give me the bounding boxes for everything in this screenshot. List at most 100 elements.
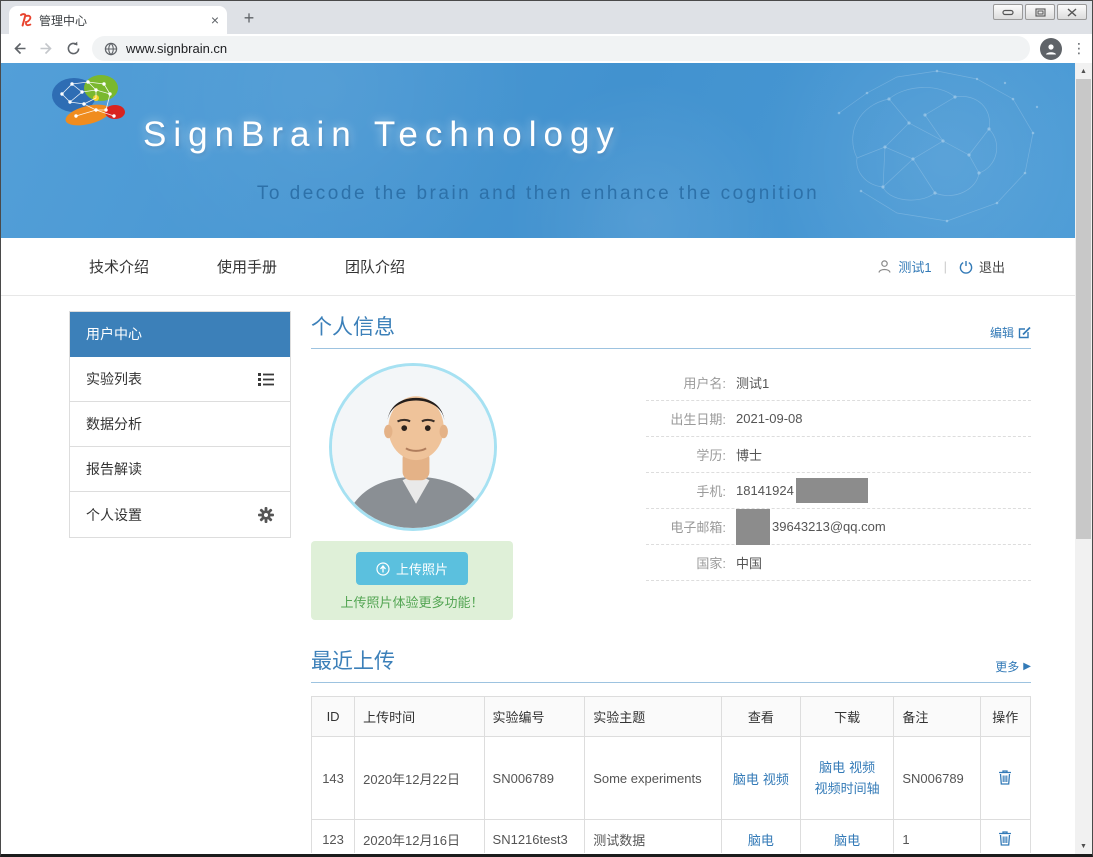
cell-download: 脑电: [800, 820, 893, 854]
page-scrollbar[interactable]: ▲ ▼: [1075, 63, 1092, 854]
sidebar-item-label: 个人设置: [86, 505, 142, 525]
cell-actions: [980, 737, 1030, 820]
field-value: 博士: [736, 445, 762, 464]
cell-date: 2020年12月22日: [355, 737, 484, 820]
browser-tab[interactable]: 管理中心 ×: [9, 6, 227, 34]
power-icon: [959, 260, 973, 274]
scroll-down-icon[interactable]: ▼: [1075, 838, 1092, 854]
col-experiment-topic: 实验主题: [585, 697, 722, 737]
view-eeg-link[interactable]: 脑电: [748, 833, 774, 848]
view-video-link[interactable]: 视频: [763, 772, 789, 787]
field-label: 出生日期:: [646, 409, 726, 428]
browser-toolbar: www.signbrain.cn ⋮: [1, 34, 1092, 63]
col-note: 备注: [894, 697, 980, 737]
view-eeg-link[interactable]: 脑电: [733, 772, 759, 787]
upload-hint: 上传照片体验更多功能！: [311, 592, 513, 611]
field-education: 学历: 博士: [646, 437, 1031, 473]
reload-icon[interactable]: [65, 40, 82, 57]
cell-sn: SN1216test3: [484, 820, 585, 854]
field-birthdate: 出生日期: 2021-09-08: [646, 401, 1031, 437]
field-value: 测试1: [736, 373, 769, 392]
cell-id: 143: [312, 737, 355, 820]
cell-sn: SN006789: [484, 737, 585, 820]
cell-id: 123: [312, 820, 355, 854]
table-row: 123 2020年12月16日 SN1216test3 测试数据 脑电 脑电: [312, 820, 1031, 854]
field-value: 中国: [736, 553, 762, 572]
col-id: ID: [312, 697, 355, 737]
col-upload-time: 上传时间: [355, 697, 484, 737]
cell-view: 脑电: [721, 820, 800, 854]
upload-photo-button[interactable]: 上传照片: [356, 552, 468, 585]
trash-icon: [998, 769, 1012, 785]
cell-download: 脑电视频 视频时间轴: [800, 737, 893, 820]
field-username: 用户名: 测试1: [646, 365, 1031, 401]
phone-redaction-box: [796, 478, 868, 503]
edit-link[interactable]: 编辑: [990, 324, 1031, 341]
scrollbar-thumb[interactable]: [1076, 79, 1091, 539]
recent-uploads-section: 最近上传 更多 ▶: [311, 645, 1031, 853]
col-actions: 操作: [980, 697, 1030, 737]
site-nav: 技术介绍 使用手册 团队介绍 测试1 | 退出: [1, 238, 1075, 296]
delete-button[interactable]: [998, 830, 1012, 849]
sidebar-item-data-analysis[interactable]: 数据分析: [70, 402, 290, 447]
field-label: 手机:: [646, 481, 726, 500]
nav-username[interactable]: 测试1: [898, 257, 931, 276]
brain-wireframe-graphic: [827, 63, 1057, 238]
field-country: 国家: 中国: [646, 545, 1031, 581]
more-link[interactable]: 更多 ▶: [995, 658, 1031, 675]
nav-item-tech-intro[interactable]: 技术介绍: [89, 256, 149, 277]
profile-title: 个人信息: [311, 311, 395, 341]
nav-item-manual[interactable]: 使用手册: [217, 256, 277, 277]
upload-icon: [376, 562, 390, 576]
browser-menu-icon[interactable]: ⋮: [1072, 46, 1082, 51]
more-arrow-icon: ▶: [1023, 661, 1031, 672]
minimize-button[interactable]: [993, 4, 1023, 20]
col-experiment-no: 实验编号: [484, 697, 585, 737]
tab-close-icon[interactable]: ×: [211, 13, 219, 27]
cell-topic: Some experiments: [585, 737, 722, 820]
cell-view: 脑电视频: [721, 737, 800, 820]
cell-topic: 测试数据: [585, 820, 722, 854]
upload-photo-box: 上传照片 上传照片体验更多功能！: [311, 541, 513, 620]
col-view: 查看: [721, 697, 800, 737]
site-banner: SignBrain Technology To decode the brain…: [1, 63, 1075, 238]
cell-date: 2020年12月16日: [355, 820, 484, 854]
trash-icon: [998, 830, 1012, 846]
sidebar-item-user-center[interactable]: 用户中心: [70, 312, 290, 357]
restore-button[interactable]: [1025, 4, 1055, 20]
sidebar-item-experiment-list[interactable]: 实验列表: [70, 357, 290, 402]
browser-profile-avatar[interactable]: [1040, 38, 1062, 60]
field-label: 电子邮箱:: [646, 517, 726, 536]
sidebar-item-label: 用户中心: [86, 324, 142, 344]
sidebar-item-report-reading[interactable]: 报告解读: [70, 447, 290, 492]
recent-section-header: 最近上传 更多 ▶: [311, 645, 1031, 683]
browser-window: 管理中心 × +: [0, 0, 1093, 857]
field-value: 2021-09-08: [736, 411, 803, 426]
scroll-up-icon[interactable]: ▲: [1075, 63, 1092, 79]
field-label: 学历:: [646, 445, 726, 464]
edit-icon: [1018, 326, 1031, 339]
logout-link[interactable]: 退出: [979, 257, 1005, 276]
nav-item-team-intro[interactable]: 团队介绍: [345, 256, 405, 277]
forward-icon[interactable]: [38, 40, 55, 57]
email-redaction-box: [736, 509, 770, 545]
url-bar[interactable]: www.signbrain.cn: [92, 36, 1030, 61]
profile-info: 上传照片 上传照片体验更多功能！ 用户名: 测试1 出生日期:: [311, 363, 1031, 621]
site-title: SignBrain Technology: [143, 115, 621, 155]
new-tab-button[interactable]: +: [237, 7, 261, 31]
field-label: 用户名:: [646, 373, 726, 392]
uploads-table: ID 上传时间 实验编号 实验主题 查看 下载 备注 操作: [311, 696, 1031, 853]
gear-icon: [258, 507, 274, 523]
delete-button[interactable]: [998, 769, 1012, 788]
field-phone: 手机: 18141924: [646, 473, 1031, 509]
download-timeline-link[interactable]: 视频时间轴: [815, 781, 880, 796]
sidebar-item-personal-settings[interactable]: 个人设置: [70, 492, 290, 537]
close-button[interactable]: [1057, 4, 1087, 20]
download-eeg-link[interactable]: 脑电: [834, 833, 860, 848]
profile-photo: [329, 363, 497, 531]
download-eeg-link[interactable]: 脑电: [819, 760, 845, 775]
back-icon[interactable]: [11, 40, 28, 57]
download-video-link[interactable]: 视频: [849, 760, 875, 775]
sidebar-item-label: 实验列表: [86, 369, 142, 389]
field-value: 18141924: [736, 482, 868, 499]
